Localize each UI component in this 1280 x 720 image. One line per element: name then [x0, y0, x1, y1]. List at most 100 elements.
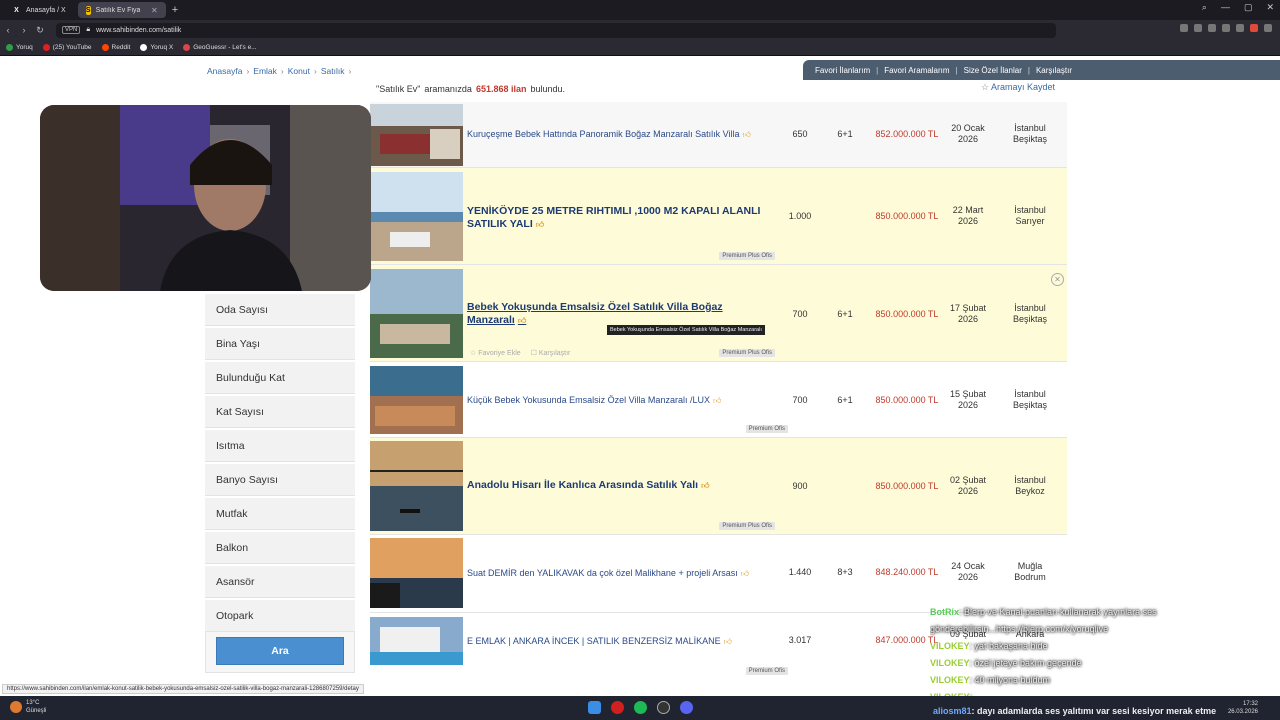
opera-icon[interactable] [611, 701, 624, 714]
filter-building-age[interactable]: Bina Yaşı [205, 328, 355, 360]
listing-thumbnail[interactable] [370, 269, 463, 358]
extension-icon[interactable] [1222, 24, 1230, 32]
listings-table: Kuruçeşme Bebek Hattında Panoramik Boğaz… [370, 102, 1067, 683]
row-actions: ☆ Favoriye Ekle ☐ Karşılaştır [470, 349, 570, 357]
save-search-button[interactable]: ☆ Aramayı Kaydet [981, 82, 1055, 93]
bookmark-item[interactable]: (25) YouTube [42, 44, 92, 51]
thumbs-up-icon: 👍︎ [535, 220, 545, 229]
tab-sahibinden[interactable]: S Satılık Ev Fiyatları sahibin ✕ [77, 2, 166, 18]
thumbs-up-icon: 👍︎ [701, 481, 710, 490]
listing-m2: 1.000 [788, 211, 812, 221]
reload-icon[interactable]: ↻ [32, 25, 48, 36]
listing-location: İstanbul Beşiktaş [1012, 303, 1047, 324]
filter-elevator[interactable]: Asansör [205, 566, 355, 598]
new-tab-button[interactable]: + [172, 4, 178, 16]
close-icon[interactable]: ✕ [1266, 2, 1274, 13]
maximize-icon[interactable]: ▢ [1244, 2, 1253, 13]
breadcrumb-item[interactable]: Satılık [321, 66, 345, 76]
address-bar[interactable]: VPN 🔒︎ www.sahibinden.com/satilik [56, 22, 1056, 38]
table-row[interactable]: Bebek Yokuşunda Emsalsiz Özel Satılık Vi… [370, 265, 1067, 362]
filter-floor-count[interactable]: Kat Sayısı [205, 396, 355, 428]
filter-heating[interactable]: Isıtma [205, 430, 355, 462]
listing-rooms: 6+1 [837, 395, 853, 405]
listing-title[interactable]: Bebek Yokuşunda Emsalsiz Özel Satılık Vi… [467, 301, 757, 327]
nav-compare[interactable]: Karşılaştır [1036, 66, 1072, 75]
bookmark-item[interactable]: GeoGuessr - Let's e... [183, 44, 257, 51]
compare-checkbox[interactable]: ☐ Karşılaştır [531, 349, 571, 357]
listing-location: İstanbul Beşiktaş [1012, 123, 1047, 144]
filter-floor[interactable]: Bulunduğu Kat [205, 362, 355, 394]
obs-icon[interactable] [657, 701, 670, 714]
filter-balcony[interactable]: Balkon [205, 532, 355, 564]
taskbar-apps [588, 701, 693, 714]
nav-favorite-searches[interactable]: Favori Aramalarım [884, 66, 949, 75]
star-icon: ☆ [980, 82, 989, 92]
listing-date: 22 Mart 2026 [952, 205, 984, 226]
breadcrumb-item[interactable]: Emlak [253, 66, 277, 76]
search-button-panel: Ara [205, 631, 355, 673]
spotify-icon[interactable] [634, 701, 647, 714]
listing-price: 850.000.000 TL [875, 395, 939, 405]
extension-icon[interactable] [1250, 24, 1258, 32]
x-icon: X [14, 6, 19, 14]
table-row[interactable]: Kuruçeşme Bebek Hattında Panoramik Boğaz… [370, 102, 1067, 168]
bookmark-item[interactable]: Reddit [101, 44, 130, 51]
filter-kitchen[interactable]: Mutfak [205, 498, 355, 530]
premium-badge: Premium Ofis [745, 667, 788, 675]
table-row[interactable]: Küçük Bebek Yokusunda Emsalsiz Özel Vill… [370, 362, 1067, 438]
windows-start-icon[interactable] [588, 701, 601, 714]
close-icon[interactable]: ✕ [151, 6, 158, 15]
menu-icon[interactable] [1264, 24, 1272, 32]
discord-icon[interactable] [680, 701, 693, 714]
back-icon[interactable]: ‹ [0, 25, 16, 35]
listing-title[interactable]: Anadolu Hisarı İle Kanlıca Arasında Satı… [467, 479, 709, 492]
table-row[interactable]: YENİKÖYDE 25 METRE RIHTIMLI ,1000 M2 KAP… [370, 168, 1067, 265]
listing-title[interactable]: Küçük Bebek Yokusunda Emsalsiz Özel Vill… [467, 394, 721, 407]
breadcrumb-item[interactable]: Konut [288, 66, 310, 76]
system-clock[interactable]: 17:32 26.03.2026 [1228, 700, 1258, 716]
nav-favorite-listings[interactable]: Favori İlanlarım [815, 66, 870, 75]
search-icon[interactable]: ⌕ [1202, 2, 1207, 13]
search-button[interactable]: Ara [216, 637, 344, 665]
bookmark-item[interactable]: Yoruq X [140, 44, 173, 51]
favorite-button[interactable]: ☆ Favoriye Ekle [470, 349, 521, 357]
weather-widget[interactable]: 13°C Güneşli [10, 699, 46, 715]
breadcrumb-item[interactable]: Anasayfa [207, 66, 242, 76]
listing-price: 848.240.000 TL [875, 567, 939, 577]
listing-title[interactable]: Kuruçeşme Bebek Hattında Panoramik Boğaz… [467, 128, 751, 141]
listing-thumbnail[interactable] [370, 538, 463, 608]
query-text: "Satılık Ev" [376, 84, 421, 94]
listing-title[interactable]: E EMLAK | ANKARA İNCEK | SATILIK BENZERS… [467, 635, 732, 648]
close-icon[interactable]: ✕ [1051, 273, 1064, 286]
extension-icon[interactable] [1208, 24, 1216, 32]
extension-icon[interactable] [1194, 24, 1202, 32]
listing-rooms: 6+1 [837, 309, 853, 319]
filter-parking[interactable]: Otopark [205, 600, 355, 632]
bookmark-item[interactable]: Yoruq [6, 44, 33, 51]
extension-icon[interactable] [1180, 24, 1188, 32]
listing-location: Muğla Bodrum [1014, 561, 1046, 582]
result-summary: "Satılık Ev" aramanızda 651.868 ilan bul… [370, 82, 1067, 96]
premium-badge: Premium Plus Ofis [719, 522, 775, 530]
filter-room-count[interactable]: Oda Sayısı [205, 294, 355, 326]
forward-icon[interactable]: › [16, 25, 32, 35]
table-row[interactable]: Suat DEMİR den YALIKAVAK da çok özel Mal… [370, 535, 1067, 613]
extension-icon[interactable] [1236, 24, 1244, 32]
listing-thumbnail[interactable] [370, 617, 463, 665]
listing-date: 20 Ocak 2026 [951, 123, 985, 144]
listing-title[interactable]: YENİKÖYDE 25 METRE RIHTIMLI ,1000 M2 KAP… [467, 205, 767, 231]
table-row[interactable]: Anadolu Hisarı İle Kanlıca Arasında Satı… [370, 438, 1067, 535]
vpn-badge[interactable]: VPN [62, 26, 81, 34]
listing-thumbnail[interactable] [370, 104, 463, 166]
listing-thumbnail[interactable] [370, 441, 463, 531]
listing-thumbnail[interactable] [370, 366, 463, 434]
chat-message: gönderebilirsin...https://blerp.com/x/yo… [930, 624, 1109, 634]
lock-icon: 🔒︎ [86, 26, 91, 33]
nav-special-listings[interactable]: Size Özel İlanlar [964, 66, 1022, 75]
listing-title[interactable]: Suat DEMİR den YALIKAVAK da çok özel Mal… [467, 567, 749, 580]
listing-thumbnail[interactable] [370, 172, 463, 261]
sahibinden-icon: S [85, 5, 91, 15]
filter-bathroom-count[interactable]: Banyo Sayısı [205, 464, 355, 496]
tab-x[interactable]: X Anasayfa / X [4, 2, 74, 18]
minimize-icon[interactable]: — [1221, 2, 1230, 13]
